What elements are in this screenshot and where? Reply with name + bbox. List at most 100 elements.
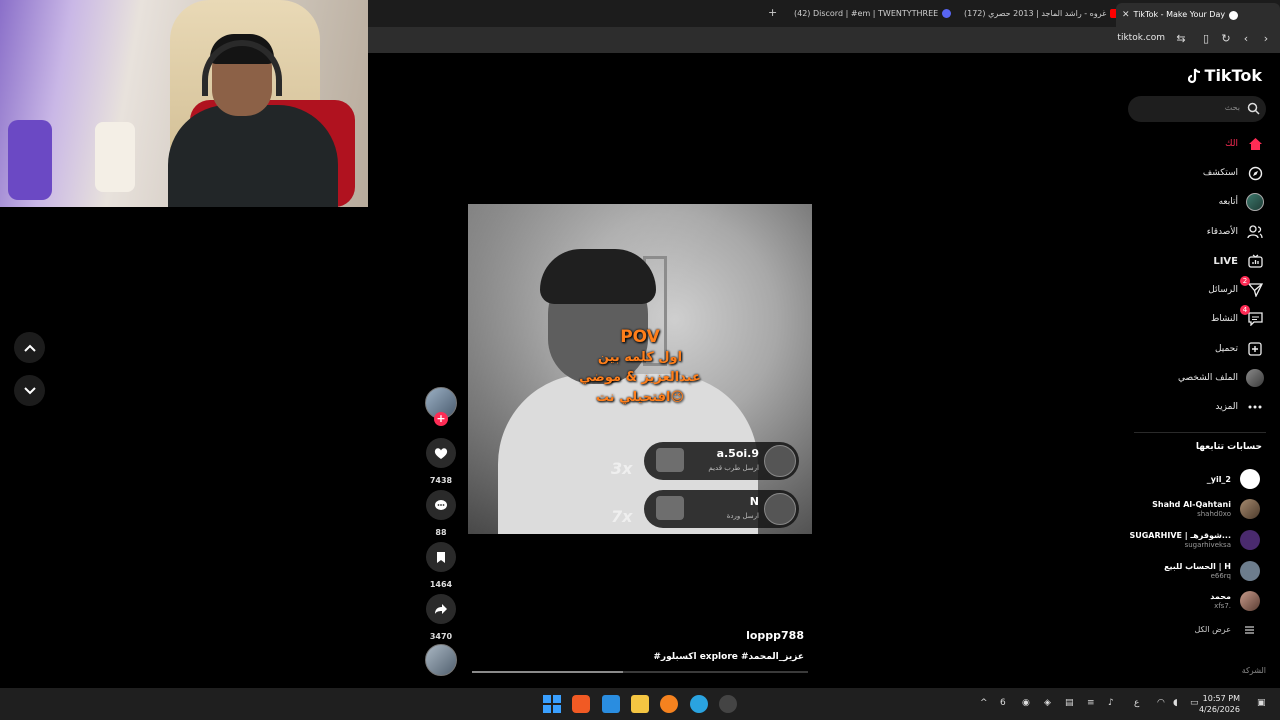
followed-account[interactable]: الحساب للبيع | He66rq [1164,558,1260,584]
comment-button[interactable] [426,490,456,520]
close-icon[interactable]: ✕ [1122,3,1130,27]
avatar [1240,469,1260,489]
vscode-icon[interactable] [602,695,620,713]
app-icon[interactable] [660,695,678,713]
sidebar-item-label: أتابعه [1218,197,1238,207]
video-overlay-text: عبدالعزيز & موضي [579,370,701,385]
sidebar-item-profile[interactable]: الملف الشخصي [1178,368,1264,388]
avatar [1240,499,1260,519]
tray-icon[interactable]: 6 [1000,698,1006,708]
avatar [1240,530,1260,550]
followed-account[interactable]: محمد xfs7. [1210,588,1260,614]
clock[interactable]: 10:57 PM 4/26/2026 [1199,693,1240,715]
wifi-icon[interactable]: ◠ [1157,698,1165,708]
site-settings-icon[interactable]: ⇆ [1175,33,1187,45]
account-name: Shahd Al-Qahtani [1152,500,1231,509]
logo-text: TikTok [1204,66,1262,85]
sidebar-item-live[interactable]: LIVE [1213,251,1264,271]
tab-discord[interactable]: (42) Discord | #em | TWENTYTHREE [788,4,957,23]
tab-label: (172) غروه - راشد الماجد | 2013 حصري [964,9,1107,18]
tab-tiktok[interactable]: ✕ TikTok - Make Your Day [1116,3,1280,27]
search-placeholder: بحث [1224,103,1240,112]
see-all-label: عرض الكل [1194,625,1231,634]
reload-icon[interactable]: ↻ [1220,33,1232,45]
video-player[interactable]: POV اول كلمه بين عبدالعزيز & موضي افتحيل… [468,204,812,534]
new-tab-button[interactable]: + [768,6,777,19]
microphone-icon[interactable]: ♪ [1108,698,1114,708]
next-video-button[interactable] [14,375,45,406]
webcam-person-body [168,105,338,207]
sidebar-divider [1134,432,1266,433]
notification-badge: 4 [1240,305,1250,315]
tray-icon[interactable]: ▤ [1065,698,1074,708]
webcam-overlay [0,0,368,207]
tray-expand-icon[interactable]: ^ [980,698,988,708]
telegram-icon[interactable] [690,695,708,713]
messages-icon: 2 [1240,276,1264,299]
video-caption[interactable]: #اكسبلور explore #عزيز_المحمد [653,652,804,662]
sidebar-item-home[interactable]: الك [1225,134,1264,154]
comment-icon [435,499,447,510]
save-action[interactable]: 1464 [425,542,457,589]
avatar [764,445,796,477]
account-name: محمد [1210,592,1231,601]
clock-time: 10:57 PM [1202,694,1240,703]
more-icon [1246,398,1264,416]
gift-sender: a.5oi.9 [716,447,759,460]
discord-icon [942,9,952,18]
followed-account[interactable]: Shahd Al-Qahtani shahd0xo [1152,496,1260,522]
sidebar-item-messages[interactable]: الرسائل 2 [1208,276,1264,300]
tiktok-logo[interactable]: TikTok [1187,66,1262,85]
music-avatar[interactable] [425,644,457,676]
sidebar-item-upload[interactable]: تحميل [1215,339,1264,359]
search-icon[interactable] [1247,102,1260,115]
see-all-link[interactable]: عرض الكل [1194,625,1254,634]
volume-icon[interactable]: ◖ [1173,698,1178,708]
like-button[interactable] [426,438,456,468]
language-indicator[interactable]: ع [1134,698,1139,708]
comment-action[interactable]: 88 [425,490,457,537]
share-count: 3470 [429,632,453,641]
gift-count: 7x [611,507,633,526]
sidebar-item-explore[interactable]: استكشف [1203,163,1264,183]
save-button[interactable] [426,542,456,572]
sidebar-item-following[interactable]: أتابعه [1219,192,1264,212]
followed-account[interactable]: SUGARHIVE | شوقرهـ... sugarhiveksa [1129,527,1260,553]
followed-account[interactable]: _yil_2 [1207,466,1260,492]
company-link[interactable]: الشركة [1242,666,1266,675]
sidebar-item-friends[interactable]: الأصدقاء [1207,222,1264,242]
tray-icon[interactable]: ≡ [1087,698,1095,708]
tab-label: TikTok - Make Your Day [1133,10,1226,19]
video-author[interactable]: loppp788 [746,629,804,642]
like-action[interactable]: 7438 [425,438,457,485]
app-icon[interactable] [719,695,737,713]
rose-gift-icon [656,496,684,520]
tray-icon[interactable]: ◉ [1022,698,1030,708]
share-action[interactable]: 3470 [425,594,457,641]
activity-icon: 4 [1240,305,1264,328]
avatar [764,493,796,525]
gift-count: 3x [611,459,633,478]
windows-start-icon[interactable] [543,695,561,713]
follow-plus-icon[interactable]: + [434,412,448,426]
tab-youtube[interactable]: (172) غروه - راشد الماجد | 2013 حصري [958,4,1125,23]
gift-description: ارسل وردة [726,512,759,520]
sidebar-item-activity[interactable]: النشاط 4 [1211,305,1264,329]
share-button[interactable] [426,594,456,624]
back-icon[interactable]: ‹ [1240,33,1252,45]
previous-video-button[interactable] [14,332,45,363]
url-text[interactable]: tiktok.com [1117,33,1165,43]
tray-icon[interactable]: ◈ [1044,698,1051,708]
notification-icon[interactable]: ▣ [1257,698,1266,708]
sidebar-item-label: LIVE [1213,255,1238,267]
battery-icon[interactable]: ▭ [1190,698,1199,708]
sidebar-item-more[interactable]: المزيد [1215,397,1264,417]
brave-browser-icon[interactable] [572,695,590,713]
forward-icon[interactable]: › [1260,33,1272,45]
bookmark-icon[interactable]: ▯ [1200,33,1212,45]
video-progress-bar[interactable] [472,671,808,673]
like-count: 7438 [429,476,453,485]
file-explorer-icon[interactable] [631,695,649,713]
sidebar-item-label: الرسائل [1208,285,1238,295]
search-input[interactable]: بحث [1128,96,1266,122]
